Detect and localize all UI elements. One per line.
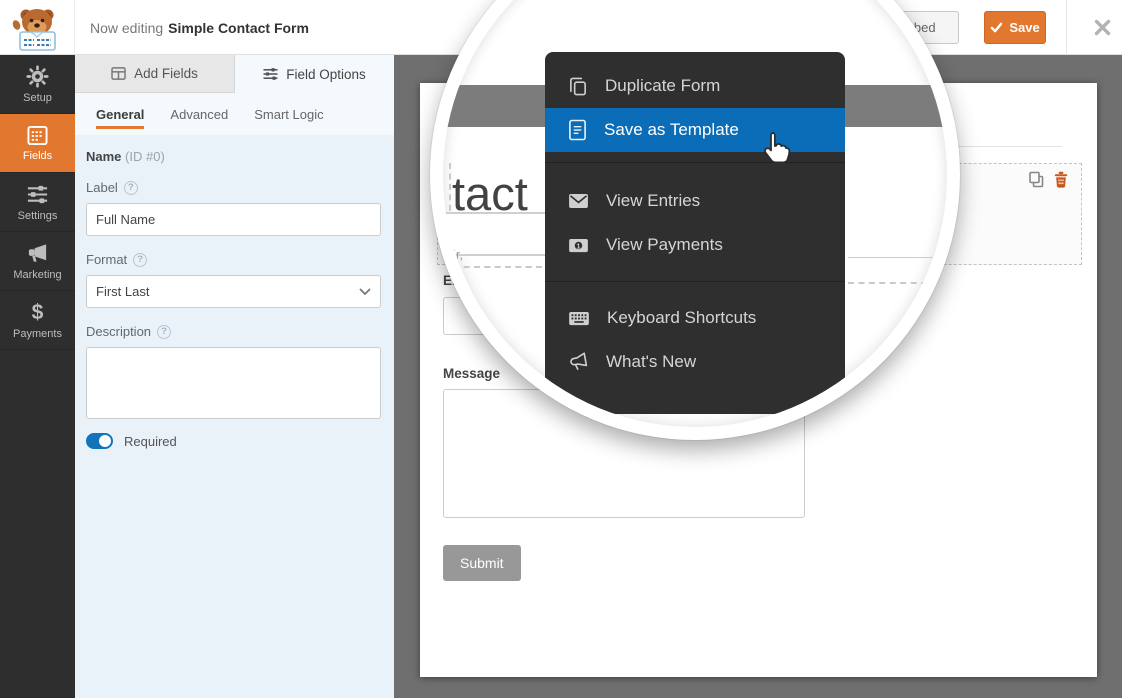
menu-item-keyboard-shortcuts[interactable]: Keyboard Shortcuts xyxy=(545,296,845,340)
message-field-label: Message xyxy=(443,366,500,381)
payments-money-icon: 1 xyxy=(568,238,589,253)
nav-item-settings[interactable]: Settings xyxy=(0,173,75,232)
duplicate-icon xyxy=(568,76,588,97)
label-option-label: Label ? xyxy=(86,180,381,195)
nav-item-fields[interactable]: Fields xyxy=(0,114,75,173)
options-subtabs: General Advanced Smart Logic xyxy=(75,93,394,135)
menu-item-view-entries[interactable]: View Entries xyxy=(545,179,845,223)
description-option-label: Description ? xyxy=(86,324,381,339)
close-icon xyxy=(1094,19,1111,36)
label-input[interactable] xyxy=(86,203,381,236)
subtab-smart-logic[interactable]: Smart Logic xyxy=(254,93,323,135)
help-tooltip-icon[interactable]: ? xyxy=(133,253,147,267)
close-builder-button[interactable] xyxy=(1082,0,1122,55)
template-icon xyxy=(568,119,587,141)
menu-item-view-payments[interactable]: 1 View Payments xyxy=(545,223,845,267)
nav-item-payments[interactable]: $ Payments xyxy=(0,291,75,350)
menu-item-whats-new[interactable]: What's New xyxy=(545,340,845,384)
svg-text:$: $ xyxy=(32,301,44,324)
submit-button-preview[interactable]: Submit xyxy=(443,545,521,581)
description-textarea[interactable] xyxy=(86,347,381,419)
form-fields-icon xyxy=(26,125,49,146)
mouse-cursor-hand xyxy=(760,130,792,173)
now-editing-status: Now editing Simple Contact Form xyxy=(90,0,309,55)
bear-logo-icon xyxy=(11,4,63,52)
save-button[interactable]: Save xyxy=(984,11,1046,44)
svg-text:1: 1 xyxy=(577,243,581,250)
subtab-general[interactable]: General xyxy=(96,93,144,135)
magnified-sublabel-fragment: Fir, xyxy=(445,247,463,262)
menu-item-duplicate-form[interactable]: Duplicate Form xyxy=(545,64,845,108)
whats-new-megaphone-icon xyxy=(566,350,590,373)
subtab-advanced[interactable]: Advanced xyxy=(170,93,228,135)
field-heading: Name (ID #0) xyxy=(86,149,381,164)
magnifier-lens-content: tact Fir, Duplicate Form xyxy=(443,0,947,427)
nav-item-marketing[interactable]: Marketing xyxy=(0,232,75,291)
panel-tabs: Add Fields Field Options xyxy=(75,55,394,93)
tab-add-fields[interactable]: Add Fields xyxy=(75,55,235,93)
menu-divider xyxy=(545,162,845,163)
form-name: Simple Contact Form xyxy=(168,20,309,36)
nav-item-setup[interactable]: Setup xyxy=(0,55,75,114)
field-options-icon xyxy=(263,67,278,81)
duplicate-field-icon[interactable] xyxy=(1028,171,1045,193)
format-option-label: Format ? xyxy=(86,252,381,267)
builder-nav: Setup Fields xyxy=(0,55,75,698)
menu-divider xyxy=(545,281,845,282)
dollar-icon: $ xyxy=(26,301,49,324)
gear-icon xyxy=(26,65,49,88)
toolbar-divider xyxy=(1066,0,1067,55)
app-logo xyxy=(0,0,75,55)
megaphone-icon xyxy=(26,242,49,265)
check-icon xyxy=(990,22,1003,33)
magnified-dashed-border xyxy=(848,282,947,284)
required-toggle[interactable] xyxy=(86,433,113,449)
delete-field-icon[interactable] xyxy=(1053,171,1069,193)
magnified-dashed-border xyxy=(443,266,542,268)
entries-envelope-icon xyxy=(568,193,589,209)
field-options-panel: Add Fields Field Options xyxy=(75,55,394,698)
chevron-down-icon xyxy=(359,288,371,296)
help-tooltip-icon[interactable]: ? xyxy=(124,181,138,195)
format-select[interactable]: First Last xyxy=(86,275,381,308)
wpforms-builder: Now editing Simple Contact Form ? Embed … xyxy=(0,0,1122,698)
tab-field-options[interactable]: Field Options xyxy=(235,55,394,93)
field-options-body: Name (ID #0) Label ? Format ? First Last… xyxy=(75,135,394,449)
add-fields-icon xyxy=(111,67,126,80)
magnified-title-underline xyxy=(848,257,947,258)
keyboard-icon xyxy=(568,311,590,326)
help-tooltip-icon[interactable]: ? xyxy=(157,325,171,339)
sliders-icon xyxy=(26,183,49,206)
menu-item-save-as-template[interactable]: Save as Template xyxy=(545,108,845,152)
form-actions-menu: Duplicate Form Save as Template xyxy=(545,52,845,414)
required-toggle-row: Required xyxy=(86,433,381,449)
